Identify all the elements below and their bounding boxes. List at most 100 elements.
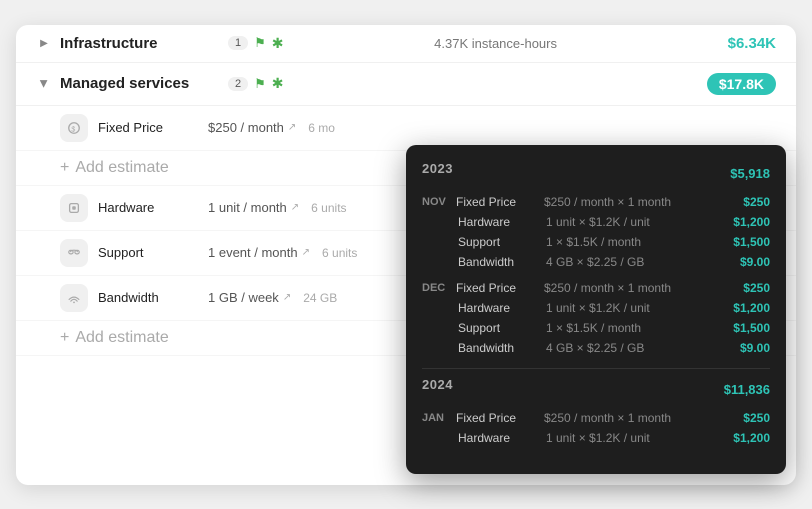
- tooltip-2023-total: $5,918: [730, 166, 770, 181]
- svg-text:$: $: [71, 126, 75, 133]
- infrastructure-row: ▶ Infrastructure 1 ⚑ ✱ 4.37K instance-ho…: [16, 25, 796, 63]
- infrastructure-detail: 4.37K instance-hours: [434, 36, 557, 51]
- add-icon-2: +: [60, 329, 69, 347]
- breakdown-tooltip: 2023 $5,918 NOV Fixed Price $250 / month…: [406, 145, 786, 474]
- fixed-price-months: 6 mo: [308, 121, 335, 135]
- tooltip-jan-hardware-formula: 1 unit × $1.2K / unit: [546, 431, 720, 445]
- fixed-price-row: $ Fixed Price $250 / month ↗ 6 mo: [16, 106, 796, 151]
- tooltip-dec-label: DEC: [422, 282, 456, 294]
- managed-star-icon: ✱: [272, 75, 284, 92]
- support-icon: [60, 239, 88, 267]
- tooltip-dec-fixed-name: Fixed Price: [456, 281, 536, 295]
- tooltip-2023-header: 2023 $5,918: [422, 161, 770, 186]
- tooltip-jan-fixed-name: Fixed Price: [456, 411, 536, 425]
- tooltip-2024-year-label: 2024: [422, 377, 453, 392]
- hardware-detail: 1 unit / month: [208, 200, 287, 215]
- tooltip-jan-hardware-name: Hardware: [458, 431, 538, 445]
- tooltip-nov-fixed-name: Fixed Price: [456, 195, 536, 209]
- support-trend-icon: ↗: [302, 247, 310, 258]
- tooltip-2023-year-label: 2023: [422, 161, 453, 176]
- tooltip-nov-hardware-formula: 1 unit × $1.2K / unit: [546, 215, 720, 229]
- bandwidth-trend-icon: ↗: [283, 292, 291, 303]
- hardware-trend-icon: ↗: [291, 202, 299, 213]
- tooltip-nov-support-name: Support: [458, 235, 538, 249]
- tooltip-dec-support-amount: $1,500: [720, 321, 770, 335]
- tooltip-dec-support-row: Support 1 × $1.5K / month $1,500: [422, 318, 770, 338]
- tooltip-jan-fixed-formula: $250 / month × 1 month: [544, 411, 720, 425]
- fixed-price-title: Fixed Price: [98, 120, 198, 135]
- bandwidth-months: 24 GB: [303, 291, 337, 305]
- tooltip-dec-fixed-formula: $250 / month × 1 month: [544, 281, 720, 295]
- tooltip-nov-bandwidth-formula: 4 GB × $2.25 / GB: [546, 255, 720, 269]
- add-icon-1: +: [60, 159, 69, 177]
- add-estimate-1-label: Add estimate: [75, 159, 168, 177]
- tooltip-nov-support-amount: $1,500: [720, 235, 770, 249]
- tooltip-jan-group: JAN Fixed Price $250 / month × 1 month $…: [422, 408, 770, 448]
- infrastructure-meta: 1 ⚑ ✱: [228, 35, 284, 52]
- tooltip-nov-fixed-amount: $250: [720, 195, 770, 209]
- tooltip-dec-hardware-amount: $1,200: [720, 301, 770, 315]
- collapse-managed-icon[interactable]: ▶: [36, 76, 52, 92]
- managed-meta: 2 ⚑ ✱: [228, 75, 284, 92]
- expand-infrastructure-icon[interactable]: ▶: [36, 35, 52, 51]
- tooltip-dec-hardware-row: Hardware 1 unit × $1.2K / unit $1,200: [422, 298, 770, 318]
- fixed-price-icon: $: [60, 114, 88, 142]
- tooltip-dec-group: DEC Fixed Price $250 / month × 1 month $…: [422, 278, 770, 358]
- managed-amount: $17.8K: [707, 73, 776, 95]
- hardware-months: 6 units: [311, 201, 346, 215]
- tooltip-dec-bandwidth-formula: 4 GB × $2.25 / GB: [546, 341, 720, 355]
- tooltip-nov-fixed-row: NOV Fixed Price $250 / month × 1 month $…: [422, 192, 770, 212]
- tooltip-nov-support-row: Support 1 × $1.5K / month $1,500: [422, 232, 770, 252]
- tooltip-dec-hardware-name: Hardware: [458, 301, 538, 315]
- tooltip-2023-section: 2023 $5,918 NOV Fixed Price $250 / month…: [422, 161, 770, 358]
- infrastructure-flag-icon: ⚑: [254, 35, 266, 51]
- tooltip-dec-bandwidth-name: Bandwidth: [458, 341, 538, 355]
- main-card: ▶ Infrastructure 1 ⚑ ✱ 4.37K instance-ho…: [16, 25, 796, 485]
- tooltip-divider: [422, 368, 770, 369]
- tooltip-2024-header: 2024 $11,836: [422, 377, 770, 402]
- tooltip-dec-fixed-row: DEC Fixed Price $250 / month × 1 month $…: [422, 278, 770, 298]
- bandwidth-title: Bandwidth: [98, 290, 198, 305]
- tooltip-nov-bandwidth-name: Bandwidth: [458, 255, 538, 269]
- infrastructure-amount: $6.34K: [728, 35, 776, 52]
- tooltip-jan-hardware-row: Hardware 1 unit × $1.2K / unit $1,200: [422, 428, 770, 448]
- fixed-price-detail: $250 / month: [208, 120, 284, 135]
- managed-title: Managed services: [60, 75, 220, 92]
- managed-badge: 2: [228, 77, 248, 91]
- tooltip-nov-hardware-name: Hardware: [458, 215, 538, 229]
- tooltip-jan-fixed-row: JAN Fixed Price $250 / month × 1 month $…: [422, 408, 770, 428]
- tooltip-nov-bandwidth-amount: $9.00: [720, 255, 770, 269]
- support-title: Support: [98, 245, 198, 260]
- tooltip-nov-support-formula: 1 × $1.5K / month: [546, 235, 720, 249]
- tooltip-2024-section: 2024 $11,836 JAN Fixed Price $250 / mont…: [422, 377, 770, 448]
- tooltip-nov-label: NOV: [422, 196, 456, 208]
- tooltip-dec-bandwidth-amount: $9.00: [720, 341, 770, 355]
- add-estimate-2-label: Add estimate: [75, 329, 168, 347]
- infrastructure-title: Infrastructure: [60, 35, 220, 52]
- bandwidth-detail: 1 GB / week: [208, 290, 279, 305]
- tooltip-nov-hardware-amount: $1,200: [720, 215, 770, 229]
- tooltip-dec-support-name: Support: [458, 321, 538, 335]
- infrastructure-star-icon: ✱: [272, 35, 284, 52]
- support-detail: 1 event / month: [208, 245, 298, 260]
- tooltip-jan-hardware-amount: $1,200: [720, 431, 770, 445]
- fixed-price-trend-icon: ↗: [288, 122, 296, 133]
- tooltip-nov-group: NOV Fixed Price $250 / month × 1 month $…: [422, 192, 770, 272]
- managed-services-row: ▶ Managed services 2 ⚑ ✱ $17.8K: [16, 63, 796, 106]
- tooltip-nov-fixed-formula: $250 / month × 1 month: [544, 195, 720, 209]
- tooltip-jan-fixed-amount: $250: [720, 411, 770, 425]
- tooltip-2024-total: $11,836: [724, 382, 770, 397]
- hardware-title: Hardware: [98, 200, 198, 215]
- managed-flag-icon: ⚑: [254, 76, 266, 92]
- tooltip-dec-bandwidth-row: Bandwidth 4 GB × $2.25 / GB $9.00: [422, 338, 770, 358]
- tooltip-nov-bandwidth-row: Bandwidth 4 GB × $2.25 / GB $9.00: [422, 252, 770, 272]
- tooltip-nov-hardware-row: Hardware 1 unit × $1.2K / unit $1,200: [422, 212, 770, 232]
- tooltip-dec-hardware-formula: 1 unit × $1.2K / unit: [546, 301, 720, 315]
- infrastructure-badge: 1: [228, 36, 248, 50]
- tooltip-dec-support-formula: 1 × $1.5K / month: [546, 321, 720, 335]
- hardware-icon: [60, 194, 88, 222]
- tooltip-jan-label: JAN: [422, 412, 456, 424]
- tooltip-dec-fixed-amount: $250: [720, 281, 770, 295]
- bandwidth-icon: [60, 284, 88, 312]
- support-months: 6 units: [322, 246, 357, 260]
